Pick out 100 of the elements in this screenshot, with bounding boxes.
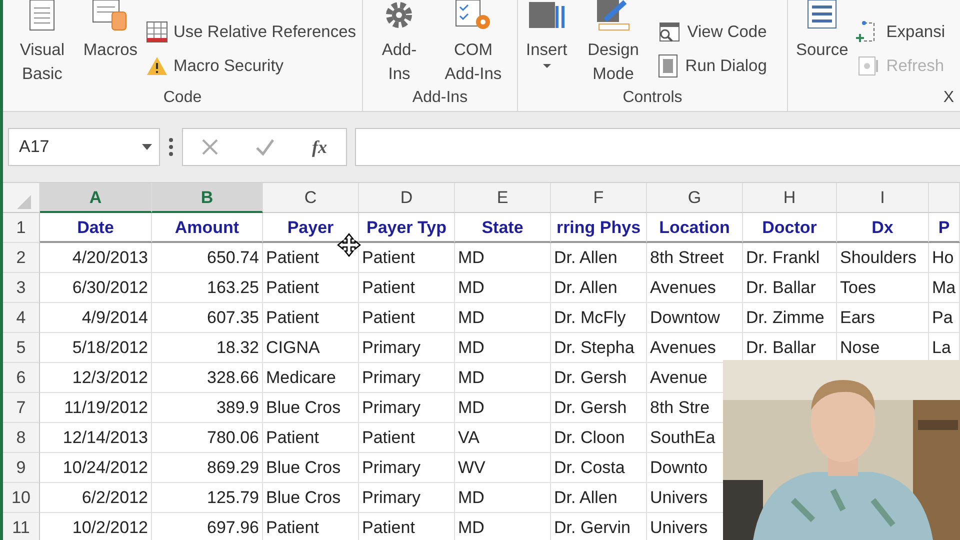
table-cell: Primary bbox=[359, 453, 455, 483]
table-cell: Primary bbox=[359, 333, 455, 363]
ribbon-button[interactable]: Macro Security bbox=[146, 51, 356, 81]
table-cell: Toes bbox=[837, 273, 929, 303]
column-header[interactable]: E bbox=[455, 183, 551, 213]
table-cell: MD bbox=[455, 513, 551, 540]
table-cell: WV bbox=[455, 453, 551, 483]
row-header[interactable]: 1 bbox=[3, 213, 40, 243]
table-cell: 697.96 bbox=[152, 513, 263, 540]
row-header[interactable]: 3 bbox=[3, 273, 40, 303]
column-header[interactable]: D bbox=[359, 183, 455, 213]
table-cell: Medicare bbox=[263, 363, 359, 393]
ribbon-button[interactable]: View Code bbox=[657, 17, 767, 47]
header-cell: P bbox=[929, 213, 960, 243]
row-header[interactable]: 2 bbox=[3, 243, 40, 273]
name-box[interactable]: A17 bbox=[8, 128, 160, 166]
column-header[interactable]: G bbox=[647, 183, 743, 213]
row-header[interactable]: 8 bbox=[3, 423, 40, 453]
table-cell: 4/20/2013 bbox=[40, 243, 152, 273]
table-cell: Patient bbox=[359, 423, 455, 453]
row-header[interactable]: 4 bbox=[3, 303, 40, 333]
caret-icon bbox=[542, 62, 552, 70]
table-cell: MD bbox=[455, 363, 551, 393]
table-cell: Dr. Stepha bbox=[551, 333, 647, 363]
table-icon bbox=[146, 21, 168, 43]
cancel-icon[interactable] bbox=[201, 138, 219, 156]
table-cell: MD bbox=[455, 333, 551, 363]
ribbon-button[interactable]: Add-Ins bbox=[369, 0, 430, 86]
table-cell: MD bbox=[455, 303, 551, 333]
table-cell: 328.66 bbox=[152, 363, 263, 393]
table-cell: 8th Street bbox=[647, 243, 743, 273]
table-cell: 4/9/2014 bbox=[40, 303, 152, 333]
group-label: Add-Ins bbox=[411, 88, 469, 108]
table-cell: CIGNA bbox=[263, 333, 359, 363]
insert-function-button[interactable]: fx bbox=[311, 132, 328, 162]
row-header[interactable]: 11 bbox=[3, 513, 40, 540]
table-cell: 18.32 bbox=[152, 333, 263, 363]
row-header[interactable]: 10 bbox=[3, 483, 40, 513]
table-cell: Dr. Gersh bbox=[551, 393, 647, 423]
select-all-icon[interactable] bbox=[17, 195, 31, 209]
row-header[interactable]: 5 bbox=[3, 333, 40, 363]
grip-icon bbox=[168, 137, 174, 157]
row-header[interactable]: 7 bbox=[3, 393, 40, 423]
check-icon[interactable] bbox=[255, 138, 275, 156]
formula-input[interactable] bbox=[355, 128, 960, 166]
table-cell: Avenues bbox=[647, 273, 743, 303]
table-cell: MD bbox=[455, 243, 551, 273]
table-cell: MD bbox=[455, 273, 551, 303]
table-cell: 10/24/2012 bbox=[40, 453, 152, 483]
table-cell: Primary bbox=[359, 483, 455, 513]
ribbon-button[interactable]: Use Relative References bbox=[146, 17, 356, 47]
table-cell: MD bbox=[455, 393, 551, 423]
ribbon-button[interactable]: Expansi bbox=[856, 17, 945, 47]
caret-icon bbox=[141, 143, 153, 151]
table-cell: Ma bbox=[929, 273, 960, 303]
table-cell: Dr. Allen bbox=[551, 483, 647, 513]
table-cell: Patient bbox=[359, 273, 455, 303]
refresh-icon bbox=[856, 54, 880, 78]
ribbon-button[interactable]: Insert bbox=[524, 0, 570, 70]
table-cell: 12/3/2012 bbox=[40, 363, 152, 393]
table-cell: Blue Cros bbox=[263, 393, 359, 423]
column-header[interactable]: A bbox=[40, 183, 152, 213]
header-cell: Amount bbox=[152, 213, 263, 243]
table-cell: Dr. McFly bbox=[551, 303, 647, 333]
table-cell: Dr. Gervin bbox=[551, 513, 647, 540]
table-cell: 869.29 bbox=[152, 453, 263, 483]
column-header[interactable]: C bbox=[263, 183, 359, 213]
table-cell: Patient bbox=[263, 273, 359, 303]
ribbon-button[interactable]: COM Add-Ins bbox=[435, 0, 511, 86]
row-header[interactable]: 6 bbox=[3, 363, 40, 393]
table-cell: 5/18/2012 bbox=[40, 333, 152, 363]
table-cell: 6/30/2012 bbox=[40, 273, 152, 303]
ribbon-button[interactable]: Run Dialog bbox=[657, 51, 767, 81]
ribbon-button[interactable]: Source bbox=[794, 0, 850, 62]
move-cursor-icon bbox=[337, 233, 361, 257]
column-header[interactable]: F bbox=[551, 183, 647, 213]
table-cell: Ho bbox=[929, 243, 960, 273]
header-cell: Location bbox=[647, 213, 743, 243]
table-cell: 6/2/2012 bbox=[40, 483, 152, 513]
table-cell: Patient bbox=[359, 243, 455, 273]
column-header[interactable]: B bbox=[152, 183, 263, 213]
table-cell: 780.06 bbox=[152, 423, 263, 453]
table-cell: Shoulders bbox=[837, 243, 929, 273]
table-cell: Dr. Costa bbox=[551, 453, 647, 483]
table-cell: Dr. Gersh bbox=[551, 363, 647, 393]
column-header[interactable] bbox=[929, 183, 960, 213]
header-cell: Doctor bbox=[743, 213, 837, 243]
column-header[interactable]: H bbox=[743, 183, 837, 213]
row-header[interactable]: 9 bbox=[3, 453, 40, 483]
table-cell: Primary bbox=[359, 393, 455, 423]
column-header[interactable]: I bbox=[837, 183, 929, 213]
table-cell: Patient bbox=[263, 303, 359, 333]
table-cell: Dr. Zimme bbox=[743, 303, 837, 333]
ribbon-button[interactable]: Macros bbox=[81, 0, 140, 62]
table-cell: Patient bbox=[359, 513, 455, 540]
table-cell: Patient bbox=[359, 303, 455, 333]
header-cell: State bbox=[455, 213, 551, 243]
ribbon-button[interactable]: Visual Basic bbox=[9, 0, 76, 86]
ribbon-button[interactable]: Design Mode bbox=[575, 0, 652, 86]
table-cell: Ears bbox=[837, 303, 929, 333]
